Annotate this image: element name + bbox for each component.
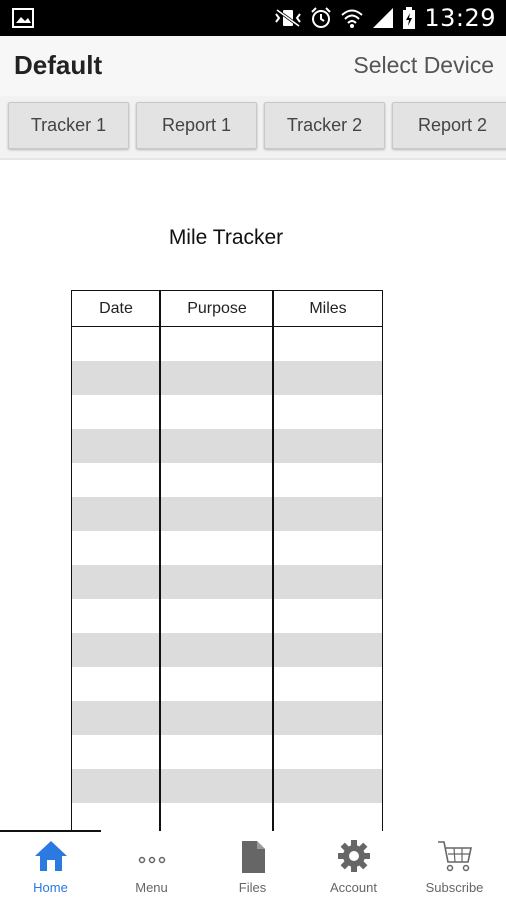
nav-home-label: Home [33, 880, 68, 895]
table-row[interactable] [72, 429, 382, 463]
table-row[interactable] [72, 735, 382, 769]
table-row[interactable] [72, 599, 382, 633]
table-row[interactable] [72, 667, 382, 701]
image-notification-icon [12, 8, 34, 28]
nav-subscribe-label: Subscribe [425, 880, 484, 895]
column-divider [272, 291, 274, 831]
tab-report-2[interactable]: Report 2 [392, 102, 506, 149]
bottom-navigation: Home Menu Files Account Subscribe [0, 832, 506, 900]
app-header: Default Select Device [0, 36, 506, 96]
column-header-purpose: Purpose [187, 300, 247, 317]
nav-files-label: Files [238, 880, 267, 895]
nav-account-label: Account [330, 880, 377, 895]
table-row[interactable] [72, 633, 382, 667]
tab-tracker-2[interactable]: Tracker 2 [264, 102, 385, 149]
tab-report-1[interactable]: Report 1 [136, 102, 257, 149]
dots-icon [138, 856, 165, 864]
alarm-icon [311, 7, 332, 28]
file-icon [241, 841, 265, 873]
status-time: 13:29 [424, 4, 496, 32]
nav-account[interactable]: Account [303, 832, 404, 900]
vibrate-icon [275, 8, 302, 28]
home-icon [34, 841, 67, 871]
select-device-button[interactable]: Select Device [353, 52, 494, 79]
table-row[interactable] [72, 361, 382, 395]
table-row[interactable] [72, 803, 382, 831]
cart-icon [437, 841, 472, 872]
mile-tracker-table: Date Purpose Miles [71, 290, 383, 831]
column-header-date: Date [99, 300, 133, 317]
page-title: Default [14, 50, 103, 80]
table-header: Date Purpose Miles [72, 291, 382, 327]
nav-menu[interactable]: Menu [101, 832, 202, 900]
status-bar: 13:29 [0, 0, 506, 36]
table-row[interactable] [72, 497, 382, 531]
column-divider [159, 291, 161, 831]
table-row[interactable] [72, 327, 382, 361]
table-row[interactable] [72, 463, 382, 497]
status-indicators: 13:29 [274, 0, 496, 36]
table-row[interactable] [72, 769, 382, 803]
nav-menu-label: Menu [135, 880, 168, 895]
gear-icon [337, 840, 370, 872]
nav-files[interactable]: Files [202, 832, 303, 900]
nav-subscribe[interactable]: Subscribe [404, 832, 505, 900]
table-row[interactable] [72, 395, 382, 429]
table-row[interactable] [72, 701, 382, 735]
document-title: Mile Tracker [168, 226, 284, 249]
tab-tracker-1[interactable]: Tracker 1 [8, 102, 129, 149]
nav-home[interactable]: Home [0, 832, 101, 900]
column-header-miles: Miles [309, 300, 347, 317]
battery-icon [403, 7, 416, 29]
table-row[interactable] [72, 531, 382, 565]
signal-icon [373, 8, 394, 28]
wifi-icon [341, 9, 363, 28]
tab-strip: Tracker 1 Report 1 Tracker 2 Report 2 [0, 96, 506, 160]
table-row[interactable] [72, 565, 382, 599]
